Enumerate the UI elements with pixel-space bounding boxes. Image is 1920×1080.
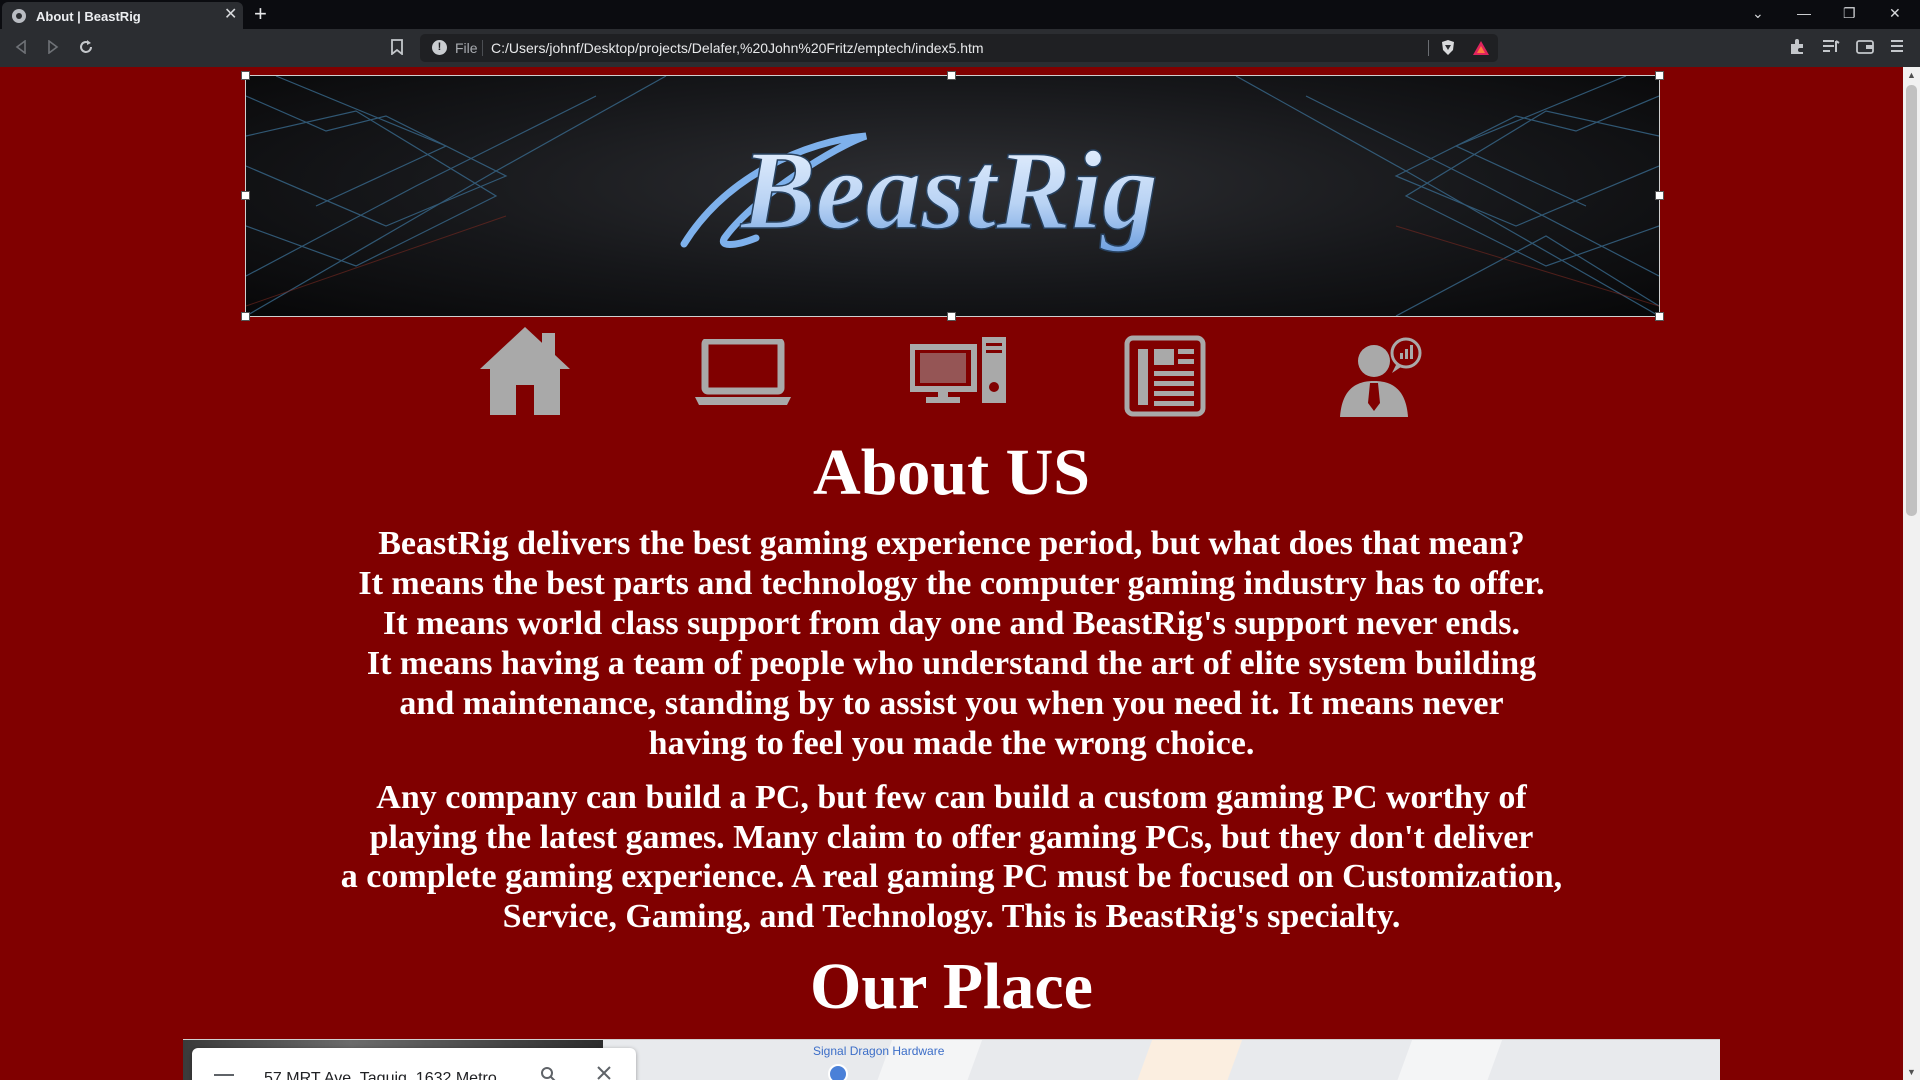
about-heading: About US: [813, 436, 1090, 509]
extensions-icon[interactable]: [1789, 38, 1806, 55]
search-icon[interactable]: [540, 1066, 558, 1080]
brave-rewards-icon[interactable]: [1472, 40, 1490, 56]
text-line: It means having a team of people who und…: [366, 645, 1537, 682]
resize-handle[interactable]: [241, 71, 250, 80]
text-line: Service, Gaming, and Technology. This is…: [502, 897, 1401, 935]
resize-handle[interactable]: [1655, 71, 1664, 80]
map-road: [1133, 1040, 1243, 1080]
tab-title: About | BeastRig: [36, 9, 141, 24]
wallet-icon[interactable]: [1856, 39, 1874, 54]
nav-home[interactable]: [478, 325, 572, 425]
laptop-icon: [695, 339, 791, 405]
forward-icon[interactable]: [46, 40, 60, 54]
resize-handle[interactable]: [241, 191, 250, 200]
banner: BeastRig: [245, 75, 1660, 317]
text-line: and maintenance, standing by to assist y…: [399, 685, 1504, 722]
map-pin-icon[interactable]: [828, 1064, 848, 1080]
nav-laptops[interactable]: [695, 339, 791, 439]
tab-close-icon[interactable]: ✕: [224, 6, 237, 24]
bookmark-icon[interactable]: [391, 39, 403, 55]
our-place-heading: Our Place: [810, 950, 1093, 1023]
active-tab[interactable]: About | BeastRig ✕: [2, 2, 243, 29]
globe-icon: [12, 9, 26, 23]
url-input[interactable]: C:/Users/johnf/Desktop/projects/Delafer,…: [491, 40, 984, 56]
newspaper-icon: [1124, 335, 1206, 417]
nav-news[interactable]: [1124, 335, 1206, 435]
scroll-up-arrow-icon[interactable]: ▲: [1907, 70, 1916, 80]
resize-handle[interactable]: [947, 71, 956, 80]
restore-button[interactable]: ❐: [1843, 4, 1856, 22]
close-icon[interactable]: [596, 1065, 612, 1080]
beastrig-logo: BeastRig: [680, 128, 1159, 254]
tab-strip: About | BeastRig ✕ + ⌄ — ❐ ✕: [0, 0, 1920, 29]
map-search-box[interactable]: 57 MRT Ave, Taguig, 1632 Metro...: [192, 1048, 636, 1080]
map-road: [1393, 1040, 1503, 1080]
text-line: Any company can build a PC, but few can …: [376, 779, 1527, 816]
reload-icon[interactable]: [78, 39, 94, 55]
address-bar[interactable]: ! File C:/Users/johnf/Desktop/projects/D…: [420, 34, 1498, 62]
resize-handle[interactable]: [241, 312, 250, 321]
about-paragraph-2: Any company can build a PC, but few can …: [0, 778, 1903, 936]
minimize-button[interactable]: —: [1797, 4, 1811, 22]
browser-toolbar: ! File C:/Users/johnf/Desktop/projects/D…: [0, 29, 1920, 67]
info-icon[interactable]: !: [432, 40, 447, 55]
text-line: It means the best parts and technology t…: [358, 565, 1545, 602]
text-line: having to feel you made the wrong choice…: [648, 725, 1255, 762]
map-search-input[interactable]: 57 MRT Ave, Taguig, 1632 Metro...: [264, 1070, 510, 1080]
scroll-thumb[interactable]: [1906, 85, 1917, 516]
nav-contact[interactable]: [1336, 335, 1426, 435]
nav-desktops[interactable]: [910, 335, 1008, 435]
hamburger-icon[interactable]: [214, 1074, 234, 1076]
logo-text: BeastRig: [739, 129, 1158, 253]
resize-handle[interactable]: [1655, 312, 1664, 321]
new-tab-button[interactable]: +: [254, 1, 267, 27]
desktop-pc-icon: [910, 337, 1006, 403]
vertical-scrollbar[interactable]: ▲ ▼: [1903, 67, 1920, 1080]
close-window-button[interactable]: ✕: [1889, 4, 1901, 22]
text-line: It means world class support from day on…: [383, 605, 1520, 642]
url-scheme: File: [455, 40, 478, 56]
house-icon: [480, 327, 570, 415]
brave-shields-icon[interactable]: [1440, 39, 1456, 56]
reading-list-icon[interactable]: [1822, 39, 1840, 54]
support-person-icon: [1340, 337, 1422, 417]
tab-search-icon[interactable]: ⌄: [1752, 4, 1764, 22]
scroll-down-arrow-icon[interactable]: ▼: [1907, 1067, 1916, 1077]
resize-handle[interactable]: [947, 312, 956, 321]
back-icon[interactable]: [14, 40, 28, 54]
page-viewport: BeastRig About US BeastRig delivers the …: [0, 67, 1903, 1080]
text-line: BeastRig delivers the best gaming experi…: [378, 525, 1525, 562]
url-separator: [482, 40, 483, 56]
text-line: playing the latest games. Many claim to …: [369, 818, 1534, 856]
text-line: a complete gaming experience. A real gam…: [340, 858, 1563, 895]
about-paragraph-1: BeastRig delivers the best gaming experi…: [0, 524, 1903, 764]
resize-handle[interactable]: [1655, 191, 1664, 200]
map-embed[interactable]: 57 MRT Ave, Taguig, 1632 Metro... Signal…: [183, 1039, 1720, 1080]
url-divider: [1428, 40, 1429, 56]
menu-icon[interactable]: [1890, 39, 1904, 53]
map-poi-label[interactable]: Signal Dragon Hardware: [813, 1044, 944, 1058]
